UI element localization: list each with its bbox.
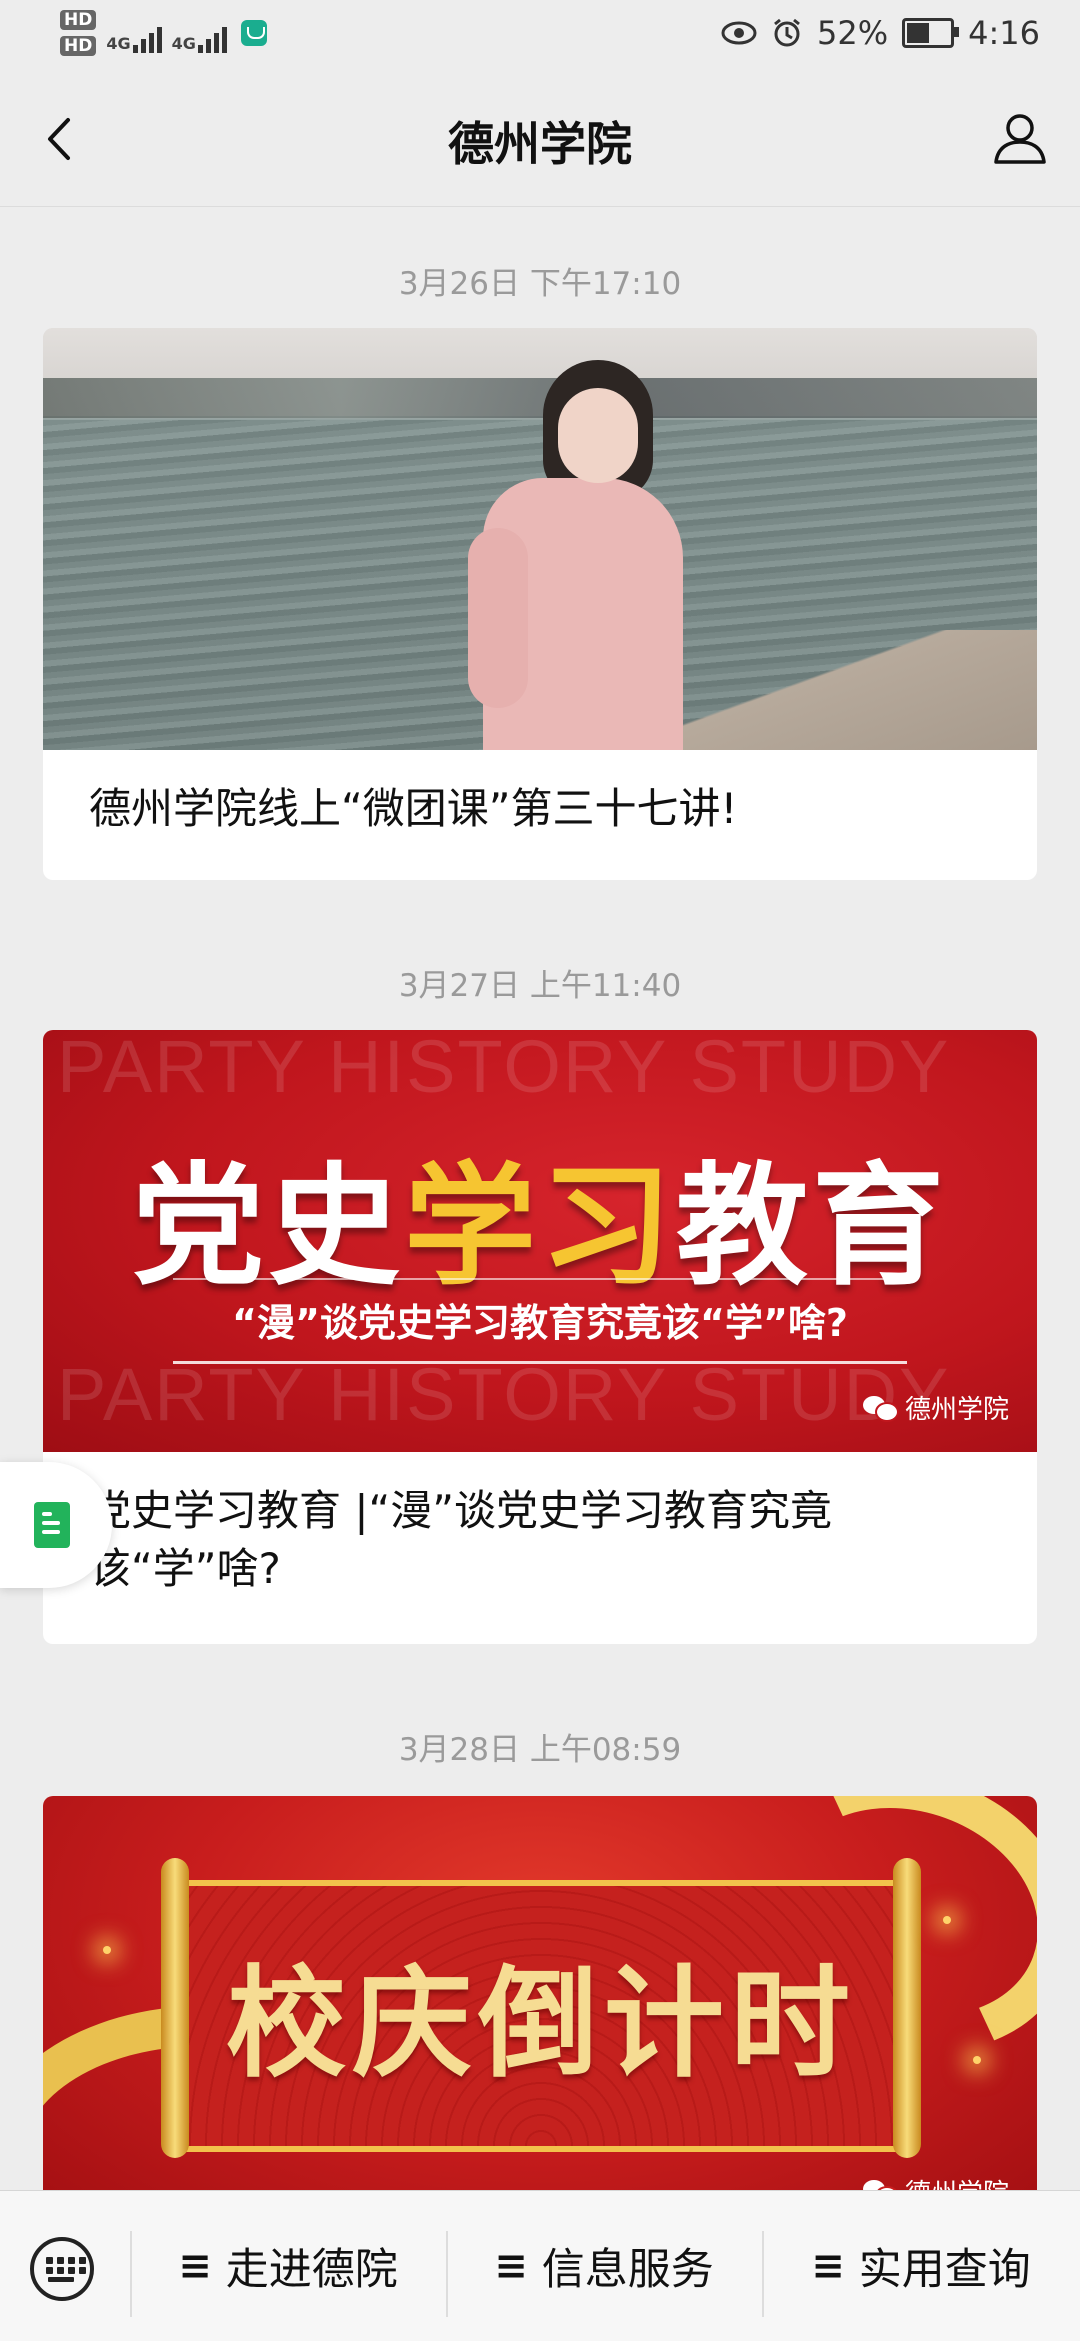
hd-icons: HD HD: [60, 10, 97, 56]
article-card[interactable]: PARTY HISTORY STUDY PARTY HISTORY STUDY …: [43, 1030, 1037, 1644]
cover-title: 校庆倒计时: [226, 1953, 856, 2094]
app-notification-icon: [240, 20, 267, 46]
wechat-icon: [862, 1394, 899, 1422]
status-right: 52% 4:16: [721, 14, 1040, 52]
article-title: 党史学习教育 |“漫”谈党史学习教育究竟该“学”啥?: [89, 1486, 833, 1593]
eye-icon: [721, 21, 757, 45]
keyboard-icon[interactable]: [30, 2237, 94, 2301]
menu-label: 信息服务: [541, 2245, 714, 2295]
document-icon: [34, 1502, 70, 1548]
network-type: 4G: [171, 34, 196, 53]
article-cover-image: PARTY HISTORY STUDY PARTY HISTORY STUDY …: [43, 1030, 1037, 1452]
message-date: 3月26日 下午17:10: [398, 266, 682, 302]
menu-label: 走进德院: [225, 2245, 398, 2295]
cover-title: 党史学习教育: [132, 1150, 948, 1304]
status-bar: HD HD 4G 4G 52% 4:16: [0, 0, 1080, 72]
cover-badge: 德州学院: [862, 1389, 1009, 1426]
battery-icon: [902, 18, 960, 48]
signal-icon: 4G: [106, 13, 162, 53]
article-cover-image: [43, 328, 1037, 750]
menu-label: 实用查询: [858, 2245, 1031, 2295]
battery-percent: 52%: [817, 14, 889, 52]
signal-icon: 4G: [172, 13, 227, 53]
menu-item-chaxun[interactable]: ≡ 实用查询: [762, 2191, 1080, 2341]
hd-icon: HD: [60, 36, 97, 56]
cover-watermark: PARTY HISTORY STUDY: [57, 1353, 951, 1436]
nav-bar: 德州学院: [0, 72, 1080, 207]
status-left: HD HD 4G 4G: [60, 10, 267, 56]
article-title: 德州学院线上“微团课”第三十七讲!: [89, 784, 738, 833]
network-type: 4G: [106, 34, 131, 53]
menu-lines-icon: ≡: [494, 2243, 528, 2289]
menu-lines-icon: ≡: [178, 2243, 212, 2289]
cover-watermark: PARTY HISTORY STUDY: [57, 1030, 951, 1108]
message-date: 3月27日 上午11:40: [398, 968, 682, 1004]
profile-icon[interactable]: [990, 108, 1050, 168]
message-date: 3月28日 上午08:59: [398, 1732, 682, 1768]
cover-subtitle: “漫”谈党史学习教育究竟该“学”啥?: [173, 1278, 907, 1364]
alarm-icon: [774, 18, 800, 47]
page-title: 德州学院: [448, 117, 632, 171]
article-cover-image: 校庆倒计时 德州学院: [43, 1796, 1037, 2216]
article-card[interactable]: 校庆倒计时 德州学院: [43, 1796, 1037, 2216]
hd-icon: HD: [60, 10, 97, 30]
article-card[interactable]: 德州学院线上“微团课”第三十七讲!: [43, 328, 1037, 880]
menu-item-xinxi[interactable]: ≡ 信息服务: [446, 2191, 762, 2341]
menu-lines-icon: ≡: [811, 2243, 845, 2289]
clock-time: 4:16: [968, 14, 1040, 52]
bottom-menu-bar: ≡ 走进德院 ≡ 信息服务 ≡ 实用查询: [0, 2190, 1080, 2341]
menu-item-zoujin[interactable]: ≡ 走进德院: [130, 2191, 446, 2341]
